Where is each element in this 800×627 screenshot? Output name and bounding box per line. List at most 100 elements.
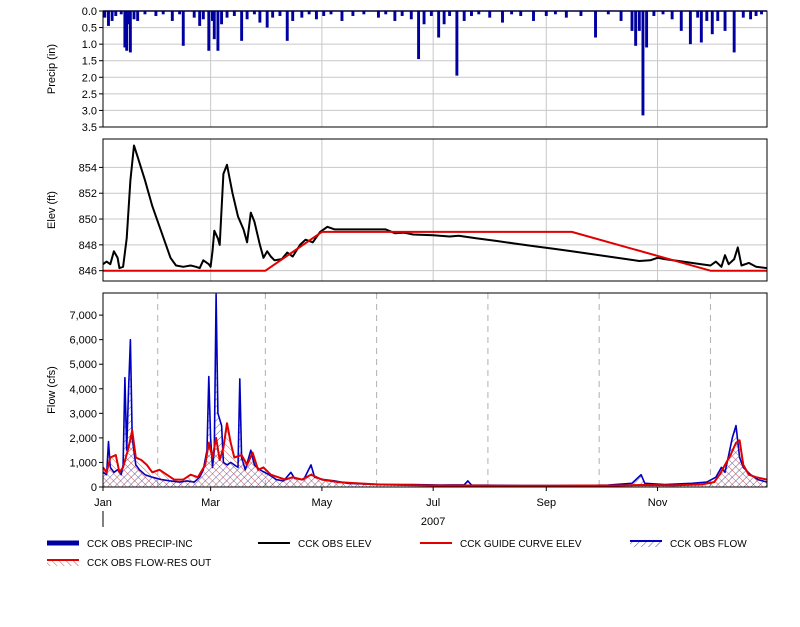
- y-tick-label: 0.0: [82, 6, 97, 18]
- precip-bar: [594, 11, 597, 38]
- precip-bar: [417, 11, 421, 60]
- precip-bar: [437, 11, 441, 38]
- precip-bar: [340, 11, 344, 21]
- precip-bar: [393, 11, 397, 21]
- precip-bar: [705, 11, 709, 21]
- flow-plot-area: [103, 293, 767, 487]
- precip-bar: [376, 11, 380, 18]
- precip-bar: [645, 11, 649, 48]
- precip-bar: [207, 11, 211, 51]
- x-tick-label: May: [312, 497, 333, 509]
- chart-panels: 0.00.51.01.52.02.53.03.5Precip (in)84684…: [46, 6, 768, 494]
- x-axis: Jan Mar May Jul Sep Nov 2007: [94, 487, 668, 528]
- y-tick-label: 3.5: [82, 122, 97, 134]
- legend-item: CCK OBS ELEV: [258, 539, 372, 550]
- precip-bar: [741, 11, 745, 18]
- precip-bar: [192, 11, 196, 18]
- legend-item: CCK OBS FLOW-RES OUT: [47, 558, 211, 569]
- precip-bar: [634, 11, 638, 46]
- precip-bar: [265, 11, 269, 28]
- y-tick-label: 846: [79, 266, 97, 278]
- y-tick-label: 7,000: [69, 310, 97, 322]
- precip-bar: [710, 11, 714, 35]
- flow-axis-title: Flow (cfs): [46, 366, 58, 414]
- precip-bar: [455, 11, 459, 76]
- precip-bar: [285, 11, 289, 41]
- precip-bar: [258, 11, 262, 23]
- y-tick-label: 1.5: [82, 56, 97, 68]
- y-tick-label: 6,000: [69, 335, 97, 347]
- hydrology-chart: 0.00.51.01.52.02.53.03.5Precip (in)84684…: [46, 6, 768, 569]
- precip-bar: [732, 11, 736, 53]
- precip-bar: [688, 11, 692, 45]
- precip-bar: [107, 11, 110, 26]
- precip-bar: [501, 11, 504, 23]
- y-tick-label: 2.5: [82, 89, 97, 101]
- precip-bar: [532, 11, 535, 21]
- y-tick-label: 848: [79, 240, 97, 252]
- precip-bar: [198, 11, 202, 26]
- precip-bar: [637, 11, 641, 31]
- precip-bar: [132, 11, 136, 20]
- precip-bar: [462, 11, 466, 21]
- precip-bar: [110, 11, 114, 21]
- y-tick-label: 850: [79, 214, 97, 226]
- precip-bar: [564, 11, 568, 18]
- x-year-label: 2007: [421, 516, 445, 528]
- precip-bar: [679, 11, 683, 31]
- panel-elevation: 846 848 850 852 854 Elev (ft): [46, 138, 768, 282]
- x-tick-label: Sep: [536, 497, 556, 509]
- precip-bar: [245, 11, 249, 20]
- y-tick-label: 5,000: [69, 359, 97, 371]
- precip-axis-title: Precip (in): [46, 44, 58, 94]
- precip-bar: [240, 11, 244, 41]
- panel-precip: 0.0 0.5 1.0 1.5 2.0 2.5 3.0 3.5 Precip (in): [46, 6, 768, 134]
- precip-bar: [216, 11, 220, 51]
- elevation-axis-title: Elev (ft): [46, 191, 58, 229]
- y-tick-label: 3.0: [82, 105, 97, 117]
- x-tick-label: Jan: [94, 497, 112, 509]
- precip-bar: [716, 11, 720, 21]
- legend-item: CCK GUIDE CURVE ELEV: [420, 539, 582, 550]
- y-tick-label: 2.0: [82, 72, 97, 84]
- precip-bar: [212, 11, 216, 40]
- precip-bar: [271, 11, 275, 18]
- precip-bar: [641, 11, 645, 116]
- legend-label: CCK OBS ELEV: [298, 539, 372, 550]
- precip-bar: [314, 11, 318, 20]
- precip-bar: [128, 11, 132, 53]
- y-tick-label: 852: [79, 188, 97, 200]
- precip-bar: [225, 11, 229, 18]
- precip-bar: [201, 11, 205, 20]
- precip-bar: [442, 11, 446, 25]
- precip-bar: [670, 11, 674, 20]
- y-tick-label: 1,000: [69, 457, 97, 469]
- precip-bar: [422, 11, 426, 25]
- y-tick-label: 2,000: [69, 433, 97, 445]
- x-tick-label: Mar: [201, 497, 220, 509]
- legend-label: CCK OBS PRECIP-INC: [87, 539, 193, 550]
- precip-bar: [630, 11, 634, 31]
- y-tick-label: 4,000: [69, 384, 97, 396]
- precip-bar: [170, 11, 174, 21]
- precip-bar: [749, 11, 753, 20]
- precip-bar: [103, 11, 107, 18]
- x-tick-label: Jul: [426, 497, 440, 509]
- legend-item: CCK OBS PRECIP-INC: [47, 539, 193, 550]
- precip-bar: [409, 11, 413, 20]
- panel-flow: 0 1,000 2,000 3,000 4,000 5,000 6,000 7,000 Flow…: [46, 292, 768, 494]
- legend-label: CCK OBS FLOW: [670, 539, 747, 550]
- precip-bar: [220, 11, 224, 25]
- precip-bar: [488, 11, 492, 18]
- legend-label: CCK GUIDE CURVE ELEV: [460, 539, 582, 550]
- legend-label: CCK OBS FLOW-RES OUT: [87, 558, 211, 569]
- precip-bar: [619, 11, 623, 21]
- precip-bar: [696, 11, 700, 18]
- precip-bar: [723, 11, 727, 31]
- legend-item: CCK OBS FLOW: [630, 539, 747, 550]
- x-tick-label: Nov: [648, 497, 668, 509]
- precip-bar: [300, 11, 304, 18]
- y-tick-label: 854: [79, 162, 97, 174]
- precip-bar: [136, 11, 140, 21]
- precip-bar: [181, 11, 185, 46]
